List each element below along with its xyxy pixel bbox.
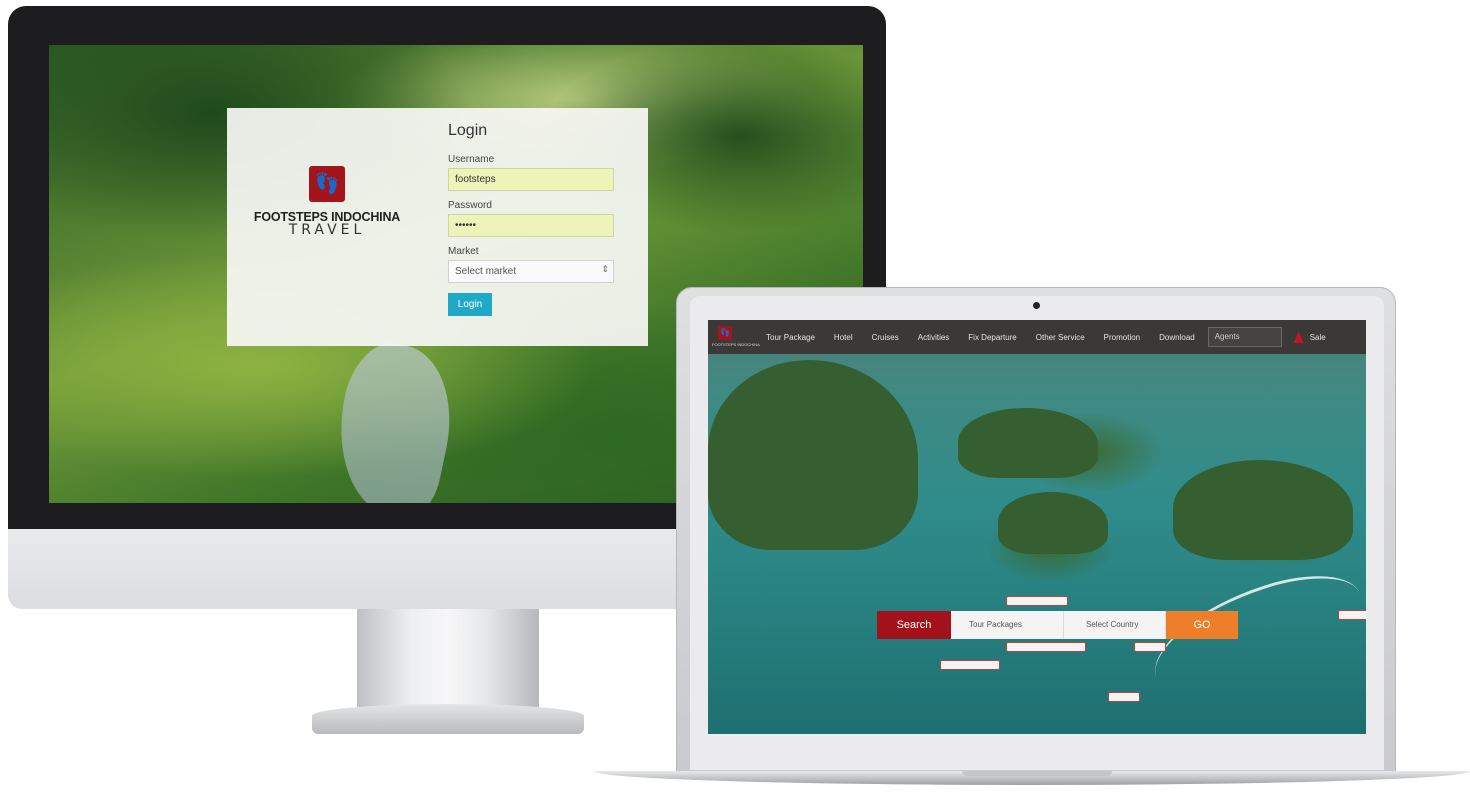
- footprints-logo-icon: 👣: [309, 166, 345, 202]
- market-select-value: Select market: [455, 266, 517, 277]
- boat: [940, 660, 1000, 670]
- login-title: Login: [448, 122, 488, 139]
- island: [1173, 460, 1353, 560]
- nav-item-other-service[interactable]: Other Service: [1036, 333, 1085, 342]
- island: [958, 408, 1098, 478]
- sales-link[interactable]: Sale: [1293, 331, 1326, 343]
- username-label: Username: [448, 154, 495, 165]
- boat: [1006, 642, 1086, 652]
- brand-subtitle: TRAVEL: [288, 222, 366, 238]
- password-field[interactable]: ••••••: [448, 214, 614, 237]
- valley-river: [322, 335, 466, 503]
- footprints-logo-icon: 👣: [718, 326, 732, 340]
- select-arrows-icon: ⇕: [601, 264, 609, 274]
- agents-input[interactable]: Agents: [1207, 327, 1282, 347]
- monitor-base: [312, 704, 584, 734]
- boat: [1006, 596, 1068, 606]
- market-select[interactable]: Select market ⇕: [448, 260, 614, 283]
- login-form: Login Username footsteps Password ••••••…: [448, 122, 618, 316]
- password-label: Password: [448, 200, 492, 211]
- site-navbar: 👣 FOOTSTEPS INDOCHINA Tour Package Hotel…: [708, 320, 1366, 354]
- nav-item-fix-departure[interactable]: Fix Departure: [968, 333, 1016, 342]
- login-button[interactable]: Login: [448, 293, 492, 316]
- nav-item-tour-package[interactable]: Tour Package: [766, 333, 815, 342]
- package-type-select[interactable]: Tour Packages: [951, 611, 1064, 639]
- camera-icon: [1033, 302, 1040, 309]
- nav-item-cruises[interactable]: Cruises: [872, 333, 899, 342]
- island: [708, 360, 918, 550]
- go-button[interactable]: GO: [1166, 611, 1238, 639]
- country-select[interactable]: Select Country: [1064, 611, 1166, 639]
- nav-menu: Tour Package Hotel Cruises Activities Fi…: [766, 333, 1214, 342]
- nav-item-hotel[interactable]: Hotel: [834, 333, 853, 342]
- login-panel: 👣 FOOTSTEPS INDOCHINA TRAVEL Login Usern…: [227, 108, 648, 346]
- laptop-screen: 👣 FOOTSTEPS INDOCHINA Tour Package Hotel…: [708, 320, 1366, 734]
- monitor-stand: [357, 609, 539, 709]
- island: [998, 492, 1108, 554]
- nav-item-activities[interactable]: Activities: [918, 333, 950, 342]
- market-label: Market: [448, 246, 479, 257]
- sales-flag-icon: [1293, 331, 1304, 343]
- boat: [1134, 642, 1166, 652]
- nav-item-promotion[interactable]: Promotion: [1104, 333, 1140, 342]
- boat: [1108, 692, 1140, 702]
- site-logo[interactable]: 👣 FOOTSTEPS INDOCHINA: [712, 324, 760, 350]
- brand-block: 👣 FOOTSTEPS INDOCHINA TRAVEL: [227, 166, 427, 238]
- username-field[interactable]: footsteps: [448, 168, 614, 191]
- nav-item-download[interactable]: Download: [1159, 333, 1195, 342]
- laptop-hinge-notch: [962, 771, 1112, 776]
- search-label: Search: [877, 611, 951, 639]
- sales-label: Sale: [1309, 332, 1326, 342]
- boat: [1338, 610, 1366, 620]
- search-bar: Search Tour Packages Select Country GO: [877, 611, 1238, 639]
- site-logo-text: FOOTSTEPS INDOCHINA: [712, 342, 760, 347]
